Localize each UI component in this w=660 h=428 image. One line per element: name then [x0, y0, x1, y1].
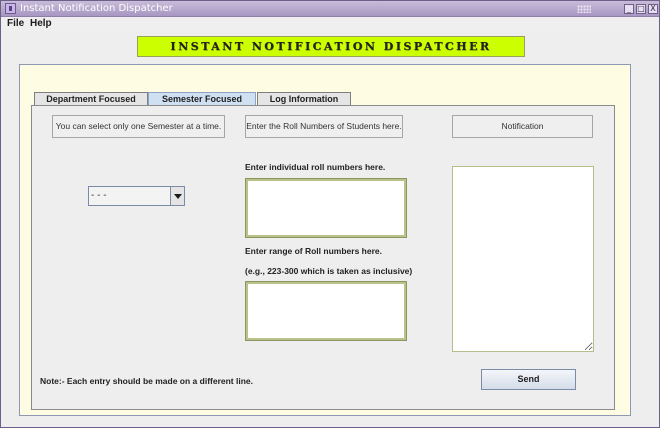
close-button[interactable]: X — [648, 4, 658, 14]
range-roll-input[interactable] — [245, 281, 407, 341]
menu-file[interactable]: File — [7, 17, 24, 31]
notification-label: Notification — [452, 115, 593, 138]
semester-select-value: - - - — [91, 190, 107, 201]
send-button[interactable]: Send — [481, 369, 576, 390]
semester-select[interactable]: - - - — [88, 186, 185, 206]
menu-help[interactable]: Help — [30, 17, 52, 31]
menu-bar: File Help — [1, 17, 659, 31]
individual-roll-prompt: Enter individual roll numbers here. — [245, 162, 386, 172]
entry-note: Note:- Each entry should be made on a di… — [40, 376, 254, 386]
individual-roll-input[interactable] — [245, 178, 407, 238]
range-example-text: (e.g., 223-300 which is taken as inclusi… — [245, 266, 413, 276]
chevron-down-icon[interactable] — [170, 187, 184, 205]
notification-input[interactable] — [452, 166, 594, 352]
roll-numbers-hint: Enter the Roll Numbers of Students here. — [245, 115, 403, 138]
app-banner: INSTANT NOTIFICATION DISPATCHER — [137, 36, 525, 57]
title-bar[interactable]: Instant Notification Dispatcher _ □ X — [1, 1, 659, 17]
window-title: Instant Notification Dispatcher — [20, 3, 173, 14]
app-icon — [5, 3, 16, 14]
app-window: Instant Notification Dispatcher _ □ X Fi… — [0, 0, 660, 428]
tab-log-information[interactable]: Log Information — [257, 92, 351, 106]
range-roll-prompt: Enter range of Roll numbers here. — [245, 246, 382, 256]
tab-department-focused[interactable]: Department Focused — [34, 92, 148, 106]
title-grip-icon — [577, 5, 591, 13]
maximize-button[interactable]: □ — [636, 4, 646, 14]
semester-hint: You can select only one Semester at a ti… — [52, 115, 225, 138]
minimize-button[interactable]: _ — [624, 4, 634, 14]
tab-semester-focused[interactable]: Semester Focused — [148, 92, 256, 106]
